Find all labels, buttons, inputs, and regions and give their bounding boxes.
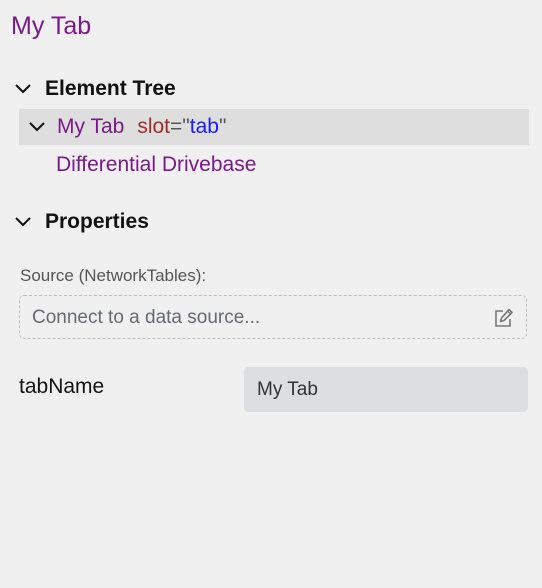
properties-header[interactable]: Properties [13, 209, 149, 235]
tree-item-name: My Tab [57, 115, 125, 138]
tabname-input[interactable] [244, 367, 528, 412]
element-tree-header[interactable]: Element Tree [13, 76, 176, 102]
chevron-down-icon[interactable] [27, 117, 47, 137]
tree-item-attribute: slot="tab" [137, 114, 226, 140]
attribute-name: slot [137, 115, 170, 138]
panel-title: My Tab [11, 12, 92, 40]
attribute-value: tab [189, 115, 219, 138]
properties-label: Properties [45, 210, 149, 233]
attribute-equals: = [170, 115, 183, 138]
tabname-label: tabName [19, 375, 105, 398]
edit-icon[interactable] [492, 307, 514, 329]
source-placeholder: Connect to a data source... [32, 307, 261, 328]
source-label: Source (NetworkTables): [20, 266, 207, 285]
element-tree-label: Element Tree [45, 77, 176, 100]
chevron-down-icon [15, 84, 31, 94]
attribute-quote-close: " [218, 115, 227, 138]
tree-item-my-tab[interactable]: My Tab slot="tab" [19, 109, 529, 145]
tree-item-name: Differential Drivebase [56, 153, 257, 176]
tree-item-differential-drivebase[interactable]: Differential Drivebase [19, 147, 529, 183]
source-input[interactable]: Connect to a data source... [19, 295, 527, 339]
chevron-down-icon [15, 217, 31, 227]
attribute-quote-open: " [182, 115, 190, 138]
